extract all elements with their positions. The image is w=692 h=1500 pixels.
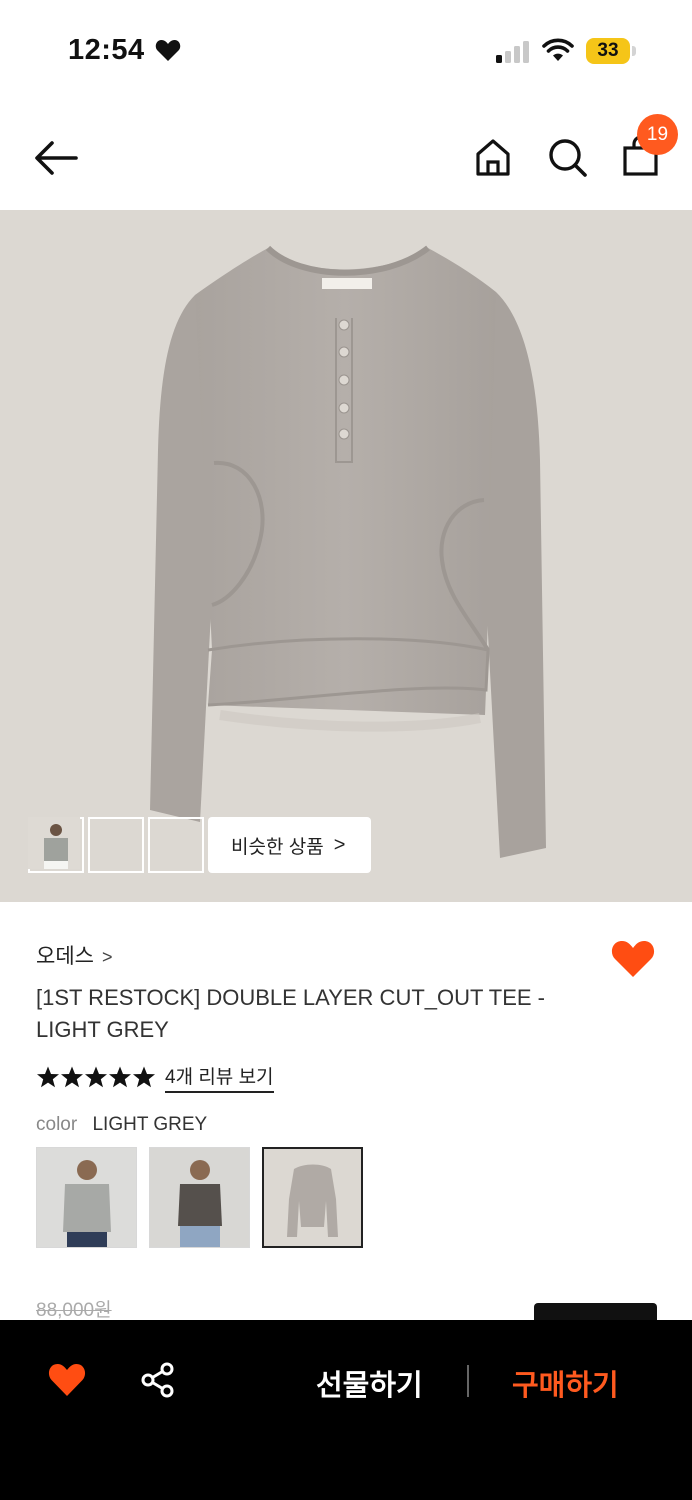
color-option-row: color LIGHT GREY — [36, 1114, 207, 1136]
divider — [467, 1365, 469, 1397]
heart-icon[interactable] — [48, 1362, 86, 1398]
buy-button[interactable]: 구매하기 — [512, 1362, 619, 1404]
wifi-icon — [542, 38, 574, 61]
color-swatch[interactable] — [36, 1147, 137, 1248]
hero-thumbnail-strip — [28, 817, 204, 873]
hero-thumbnail[interactable] — [28, 817, 144, 873]
star-icon — [37, 1066, 59, 1088]
battery-level: 33 — [597, 40, 619, 61]
chevron-right-icon: > — [333, 833, 346, 856]
product-shirt-illustration — [150, 245, 546, 858]
star-icon — [133, 1066, 155, 1088]
bottom-action-bar: 선물하기 구매하기 — [0, 1320, 692, 1500]
cart-count-badge: 19 — [637, 114, 678, 155]
product-title: [1ST RESTOCK] DOUBLE LAYER CUT_OUT TEE -… — [36, 985, 545, 1042]
wishlist-heart-icon[interactable] — [611, 939, 655, 979]
brand-name: 오데스 — [36, 945, 94, 968]
star-icon — [85, 1066, 107, 1088]
color-value: LIGHT GREY — [92, 1114, 208, 1135]
star-icon — [109, 1066, 131, 1088]
chevron-right-icon: > — [101, 947, 113, 967]
share-icon[interactable] — [140, 1362, 176, 1398]
hero-thumbnail[interactable] — [28, 817, 204, 873]
gift-button[interactable]: 선물하기 — [316, 1362, 423, 1404]
status-bar: 12:54 33 — [0, 0, 692, 100]
similar-products-button[interactable]: 비슷한 상품 > — [208, 817, 371, 873]
status-time: 12:54 — [68, 34, 145, 66]
brand-link[interactable]: 오데스 > — [36, 940, 112, 970]
color-swatch[interactable] — [149, 1147, 250, 1248]
rating-row: 4개 리뷰 보기 — [36, 1062, 274, 1093]
product-hero-image[interactable]: 비슷한 상품 > — [0, 210, 692, 902]
search-icon[interactable] — [546, 136, 588, 178]
color-label: color — [36, 1114, 78, 1135]
color-swatches — [36, 1147, 363, 1248]
original-price: 88,000원 — [36, 1300, 112, 1321]
back-arrow-icon[interactable] — [32, 138, 78, 178]
top-nav-bar: 19 — [0, 100, 692, 210]
reviews-link[interactable]: 4개 리뷰 보기 — [165, 1062, 274, 1093]
heart-icon — [155, 40, 181, 61]
signal-icon — [496, 41, 529, 63]
home-icon[interactable] — [472, 136, 514, 178]
color-swatch-selected[interactable] — [262, 1147, 363, 1248]
battery-icon: 33 — [586, 38, 636, 64]
star-icon — [61, 1066, 83, 1088]
similar-products-label: 비슷한 상품 — [231, 836, 324, 858]
